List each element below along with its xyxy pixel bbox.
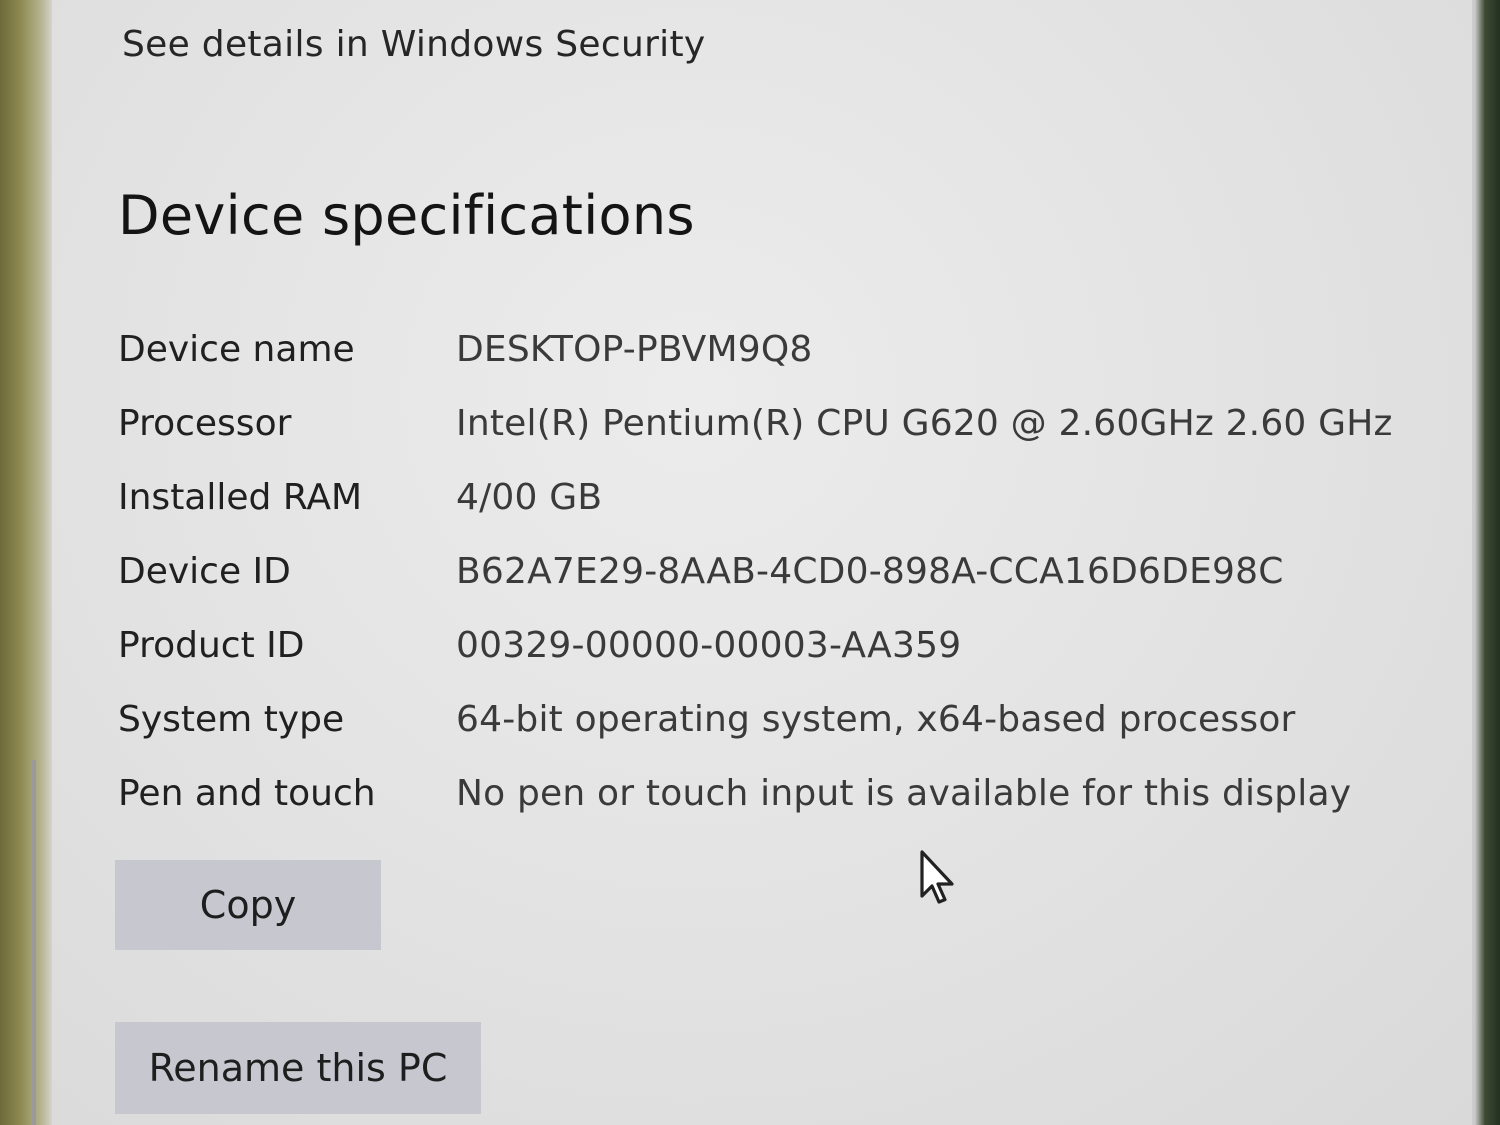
spec-label: Device name xyxy=(118,328,355,370)
copy-button[interactable]: Copy xyxy=(115,860,381,950)
spec-value: 00329-00000-00003-AA359 xyxy=(456,624,962,666)
spec-label: System type xyxy=(118,698,345,740)
settings-about-page: See details in Windows Security Device s… xyxy=(32,0,1472,1125)
spec-row-product-id: Product ID 00329-00000-00003-AA359 xyxy=(118,608,1393,682)
spec-label: Pen and touch xyxy=(118,772,376,814)
spec-row-pen-and-touch: Pen and touch No pen or touch input is a… xyxy=(118,756,1393,830)
spec-label: Installed RAM xyxy=(118,476,363,518)
spec-row-device-name: Device name DESKTOP-PBVM9Q8 xyxy=(118,312,1393,386)
spec-value: No pen or touch input is available for t… xyxy=(456,772,1352,814)
spec-value: 4/00 GB xyxy=(456,476,603,518)
rename-pc-button[interactable]: Rename this PC xyxy=(115,1022,481,1114)
spec-row-processor: Processor Intel(R) Pentium(R) CPU G620 @… xyxy=(118,386,1393,460)
scroll-edge-divider xyxy=(32,760,36,1125)
mouse-pointer-icon xyxy=(920,850,954,904)
spec-value: 64-bit operating system, x64-based proce… xyxy=(456,698,1296,740)
spec-value: Intel(R) Pentium(R) CPU G620 @ 2.60GHz 2… xyxy=(456,402,1393,444)
spec-value: B62A7E29-8AAB-4CD0-898A-CCA16D6DE98C xyxy=(456,550,1284,592)
spec-label: Device ID xyxy=(118,550,291,592)
spec-label: Product ID xyxy=(118,624,305,666)
photo-frame: See details in Windows Security Device s… xyxy=(0,0,1500,1125)
spec-label: Processor xyxy=(118,402,292,444)
spec-value: DESKTOP-PBVM9Q8 xyxy=(456,328,813,370)
device-specifications-table: Device name DESKTOP-PBVM9Q8 Processor In… xyxy=(118,312,1393,830)
spec-row-device-id: Device ID B62A7E29-8AAB-4CD0-898A-CCA16D… xyxy=(118,534,1393,608)
spec-row-installed-ram: Installed RAM 4/00 GB xyxy=(118,460,1393,534)
windows-security-link[interactable]: See details in Windows Security xyxy=(122,24,706,65)
spec-row-system-type: System type 64-bit operating system, x64… xyxy=(118,682,1393,756)
device-specifications-heading: Device specifications xyxy=(118,184,695,247)
